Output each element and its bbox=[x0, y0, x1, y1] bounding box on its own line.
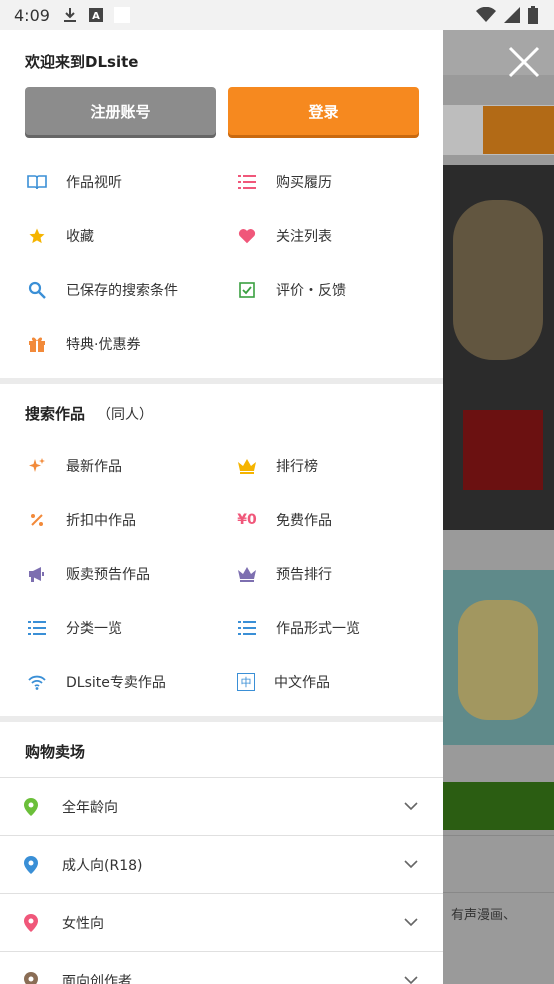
section-divider bbox=[0, 716, 443, 722]
status-bar: 4:09 A bbox=[0, 0, 554, 30]
register-button[interactable]: 注册账号 bbox=[25, 87, 216, 135]
search-section-title: 搜索作品 （同人） bbox=[25, 405, 154, 423]
menu-item-chinese-works[interactable]: 中 中文作品 bbox=[237, 667, 330, 697]
welcome-title: 欢迎来到DLsite bbox=[25, 53, 139, 71]
shop-row-creators[interactable]: 面向创作者 bbox=[0, 951, 443, 984]
percent-icon bbox=[27, 510, 47, 530]
sparkle-icon bbox=[27, 456, 47, 476]
menu-item-purchase-history[interactable]: 购买履历 bbox=[237, 167, 332, 197]
shop-row-adult[interactable]: 成人向(R18) bbox=[0, 835, 443, 893]
location-pin-icon bbox=[24, 797, 38, 816]
font-a-icon: A bbox=[88, 7, 104, 23]
chevron-down-icon bbox=[404, 860, 418, 869]
megaphone-icon bbox=[27, 564, 47, 584]
background-tag-text: 有声漫画、 bbox=[451, 908, 517, 923]
location-pin-icon bbox=[24, 855, 38, 874]
location-pin-icon bbox=[24, 971, 38, 984]
shop-row-female[interactable]: 女性向 bbox=[0, 893, 443, 951]
menu-item-favorites[interactable]: 收藏 bbox=[27, 221, 94, 251]
section-divider bbox=[0, 378, 443, 384]
menu-item-saved-search[interactable]: 已保存的搜索条件 bbox=[27, 275, 178, 305]
heart-icon bbox=[237, 226, 257, 246]
login-button[interactable]: 登录 bbox=[228, 87, 419, 135]
status-time: 4:09 bbox=[14, 5, 50, 25]
status-icons bbox=[476, 6, 538, 24]
menu-item-preorder[interactable]: 贩卖预告作品 bbox=[27, 559, 150, 589]
wifi-icon bbox=[27, 672, 47, 692]
book-icon bbox=[27, 172, 47, 192]
svg-text:A: A bbox=[92, 11, 100, 22]
list-icon bbox=[237, 172, 257, 192]
menu-item-free[interactable]: ¥0 免费作品 bbox=[237, 505, 332, 535]
chinese-icon: 中 bbox=[237, 673, 255, 691]
menu-item-preorder-ranking[interactable]: 预告排行 bbox=[237, 559, 332, 589]
menu-item-work-formats[interactable]: 作品形式一览 bbox=[237, 613, 360, 643]
location-pin-icon bbox=[24, 913, 38, 932]
checkbox-icon bbox=[237, 280, 257, 300]
menu-item-new-works[interactable]: 最新作品 bbox=[27, 451, 122, 481]
notification-square-icon bbox=[113, 7, 130, 23]
chevron-down-icon bbox=[404, 802, 418, 811]
search-icon bbox=[27, 280, 47, 300]
menu-item-review-feedback[interactable]: 评价・反馈 bbox=[237, 275, 346, 305]
shop-row-all-ages[interactable]: 全年龄向 bbox=[0, 777, 443, 835]
menu-item-exclusive[interactable]: DLsite专卖作品 bbox=[27, 667, 166, 697]
chevron-down-icon bbox=[404, 976, 418, 984]
navigation-drawer: 欢迎来到DLsite 注册账号 登录 作品视听 购买履历 收藏 关注列表 已保存… bbox=[0, 30, 443, 984]
cell-signal-icon bbox=[504, 7, 520, 23]
close-icon[interactable] bbox=[506, 44, 542, 80]
menu-item-follow-list[interactable]: 关注列表 bbox=[237, 221, 332, 251]
menu-item-viewer[interactable]: 作品视听 bbox=[27, 167, 122, 197]
wifi-signal-icon bbox=[476, 7, 496, 22]
menu-item-discount[interactable]: 折扣中作品 bbox=[27, 505, 136, 535]
list-icon bbox=[27, 618, 47, 638]
gift-icon bbox=[27, 334, 47, 354]
menu-item-coupons[interactable]: 特典·优惠券 bbox=[27, 329, 140, 359]
background-app: 有声漫画、 bbox=[443, 30, 554, 984]
yen-zero-icon: ¥0 bbox=[237, 512, 257, 528]
download-icon bbox=[62, 7, 78, 23]
search-section-subtitle: （同人） bbox=[97, 407, 154, 423]
menu-item-ranking[interactable]: 排行榜 bbox=[237, 451, 318, 481]
menu-item-categories[interactable]: 分类一览 bbox=[27, 613, 122, 643]
crown-icon bbox=[237, 564, 257, 584]
chevron-down-icon bbox=[404, 918, 418, 927]
crown-icon bbox=[237, 456, 257, 476]
battery-icon bbox=[528, 6, 538, 24]
star-icon bbox=[27, 226, 47, 246]
shop-section-title: 购物卖场 bbox=[25, 743, 86, 761]
list-icon bbox=[237, 618, 257, 638]
